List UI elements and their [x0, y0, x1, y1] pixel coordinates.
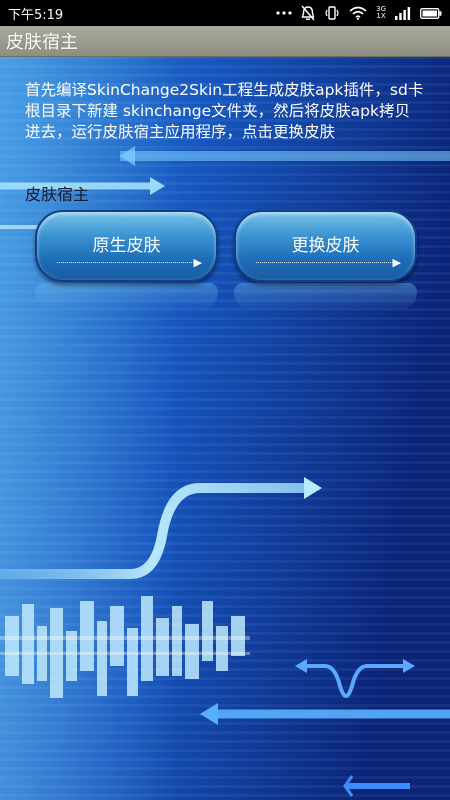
- skin-host-label: 皮肤宿主: [25, 185, 90, 204]
- status-icons: 3G 1X: [276, 0, 442, 26]
- more-dots-icon: [276, 10, 292, 16]
- vibrate-icon: [324, 5, 340, 21]
- signal-icon: [395, 6, 411, 20]
- button-reflection: [234, 283, 417, 311]
- app-title-bar: 皮肤宿主: [0, 26, 450, 57]
- alarm-off-icon: [301, 5, 315, 21]
- original-skin-button-label: 原生皮肤: [92, 235, 161, 256]
- arrow-right-icon: ▶: [193, 256, 202, 269]
- status-time: 下午5:19: [8, 7, 64, 23]
- instructions-text: 首先编译SkinChange2Skin工程生成皮肤apk插件，sd卡根目录下新建…: [25, 81, 424, 141]
- network-type-icon: 3G 1X: [376, 5, 386, 20]
- button-underline: [256, 262, 395, 263]
- button-reflection: [35, 283, 218, 311]
- battery-icon: [420, 7, 442, 19]
- change-skin-button-label: 更换皮肤: [291, 235, 360, 256]
- arrow-right-icon: ▶: [392, 256, 401, 269]
- wifi-icon: [349, 6, 367, 20]
- background-graphic: [0, 56, 450, 800]
- status-bar: 下午5:19 3G 1X: [0, 0, 450, 26]
- original-skin-button[interactable]: 原生皮肤 ▶: [35, 210, 218, 282]
- change-skin-button[interactable]: 更换皮肤 ▶: [234, 210, 417, 282]
- page-title: 皮肤宿主: [6, 32, 78, 53]
- app-screen: 下午5:19 3G 1X 皮肤宿主 首先编译SkinChange2Skin工程生…: [0, 0, 450, 800]
- button-underline: [57, 262, 196, 263]
